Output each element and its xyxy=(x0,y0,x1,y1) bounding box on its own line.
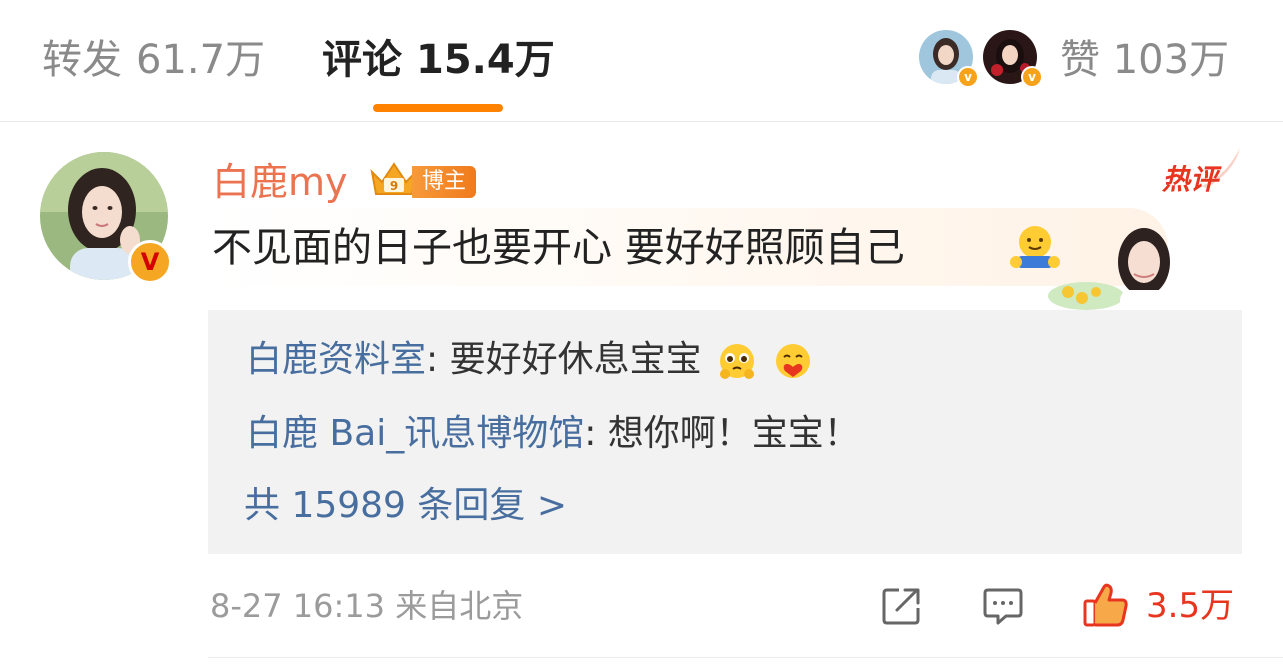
divider xyxy=(208,657,1283,658)
blogger-badge: 博主 xyxy=(412,166,477,198)
reply-item[interactable]: 白鹿 Bai_讯息博物馆: 想你啊！宝宝！ xyxy=(246,410,860,458)
view-all-replies-link[interactable]: 共 15989 条回复 > xyxy=(244,482,567,530)
reply-item[interactable]: 白鹿资料室: 要好好休息宝宝 xyxy=(246,336,813,384)
comment-author-avatar[interactable]: V xyxy=(40,152,172,284)
tab-bar: 转发 61.7万 评论 15.4万 v v 赞 103万 xyxy=(0,0,1283,122)
svg-text:9: 9 xyxy=(390,179,398,193)
tab-repost-label: 转发 xyxy=(42,37,122,83)
tab-comment-label: 评论 xyxy=(322,37,402,83)
verified-icon: V xyxy=(128,240,172,284)
comment-meta: 8-27 16:13 来自北京 xyxy=(210,587,524,625)
reply-author[interactable]: 白鹿资料室 xyxy=(246,339,426,380)
verified-icon: v xyxy=(957,66,979,88)
reply-text: 要好好休息宝宝 xyxy=(449,339,702,380)
comment-username[interactable]: 白鹿my xyxy=(212,158,348,206)
reply-separator: : xyxy=(584,413,608,454)
reply-preview-box[interactable]: 白鹿资料室: 要好好休息宝宝 白鹿 Bai_讯息博物馆: 想你啊！宝宝！ 共 1… xyxy=(208,310,1242,554)
reply-text: 想你啊！宝宝！ xyxy=(607,413,860,454)
likes-label: 赞 xyxy=(1060,37,1100,83)
thumbs-up-icon[interactable] xyxy=(1082,582,1130,628)
tab-comment-count: 15.4万 xyxy=(416,37,555,83)
hot-comment-tag: 热评 xyxy=(1162,163,1219,196)
tab-repost-count: 61.7万 xyxy=(136,37,266,83)
likes-total[interactable]: 赞 103万 xyxy=(1060,34,1229,86)
comment-icon[interactable] xyxy=(982,586,1024,626)
share-icon[interactable] xyxy=(881,586,923,626)
reply-separator: : xyxy=(426,339,450,380)
liker-avatar[interactable]: v xyxy=(919,30,979,88)
tab-comment[interactable]: 评论 15.4万 xyxy=(322,34,555,86)
comment-text: 不见面的日子也要开心 要好好照顾自己 xyxy=(212,225,905,271)
verified-icon: v xyxy=(1021,66,1043,88)
liker-avatar[interactable]: v xyxy=(983,30,1043,88)
active-tab-indicator xyxy=(373,104,503,112)
likes-count: 103万 xyxy=(1112,37,1230,83)
reply-author[interactable]: 白鹿 Bai_讯息博物馆 xyxy=(246,413,584,454)
like-count: 3.5万 xyxy=(1146,586,1235,626)
tab-repost[interactable]: 转发 61.7万 xyxy=(42,34,265,86)
heart-hug-emoji-icon xyxy=(775,344,810,378)
bubble-decoration-portrait xyxy=(1048,228,1170,310)
pleading-emoji-icon xyxy=(720,344,755,379)
